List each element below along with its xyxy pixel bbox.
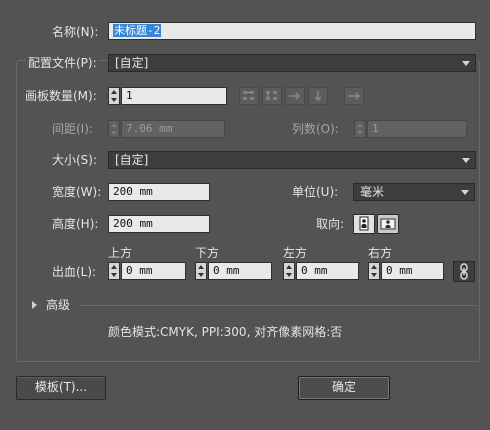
portrait-icon[interactable] — [353, 214, 375, 234]
spacing-label: 间距(I): — [52, 122, 93, 136]
bleed-left-label: 左方 — [283, 246, 308, 260]
bleed-top-input[interactable]: 0 mm — [121, 262, 186, 280]
chevron-up-icon — [286, 265, 292, 269]
grid-by-row-icon[interactable] — [239, 87, 259, 105]
chevron-up-icon — [111, 123, 117, 127]
chevron-down-icon — [462, 158, 470, 163]
chevron-down-icon — [286, 273, 292, 277]
artboards-stepper[interactable] — [108, 87, 120, 105]
columns-stepper — [354, 120, 366, 138]
columns-input: 1 — [367, 120, 467, 138]
name-label: 名称(N): — [52, 25, 99, 39]
height-label: 高度(H): — [52, 217, 99, 231]
bleed-right-stepper[interactable] — [368, 262, 380, 280]
landscape-icon[interactable] — [377, 214, 399, 234]
profile-value: [自定] — [115, 56, 149, 70]
ok-button[interactable]: 确定 — [298, 376, 390, 400]
width-input[interactable]: 200 mm — [108, 183, 210, 201]
artboards-label: 画板数量(M): — [25, 89, 97, 103]
advanced-divider — [80, 305, 477, 306]
bleed-label: 出血(L): — [52, 265, 97, 279]
chevron-down-icon — [371, 273, 377, 277]
name-value: 未标题-2 — [113, 24, 162, 37]
bleed-bottom-label: 下方 — [195, 246, 220, 260]
spacing-stepper — [108, 120, 120, 138]
advanced-label[interactable]: 高级 — [46, 297, 70, 313]
bleed-bottom-stepper[interactable] — [195, 262, 207, 280]
bleed-right-input[interactable]: 0 mm — [381, 262, 444, 280]
document-info: 颜色模式:CMYK, PPI:300, 对齐像素网格:否 — [108, 325, 343, 339]
chevron-down-icon — [111, 98, 117, 102]
size-dropdown[interactable]: [自定] — [108, 151, 476, 169]
units-value: 毫米 — [360, 185, 385, 199]
bleed-bottom-input[interactable]: 0 mm — [208, 262, 272, 280]
columns-label: 列数(O): — [292, 122, 339, 136]
width-label: 宽度(W): — [52, 185, 102, 199]
disclosure-triangle-icon[interactable] — [32, 301, 37, 309]
units-dropdown[interactable]: 毫米 — [353, 183, 475, 201]
bleed-top-stepper[interactable] — [108, 262, 120, 280]
chevron-down-icon — [111, 131, 117, 135]
right-to-left-icon[interactable] — [344, 87, 364, 105]
height-input[interactable]: 200 mm — [108, 215, 210, 233]
chevron-down-icon — [461, 190, 469, 195]
size-value: [自定] — [115, 153, 149, 167]
templates-button[interactable]: 模板(T)... — [16, 376, 106, 400]
bleed-top-label: 上方 — [108, 246, 133, 260]
chevron-down-icon — [462, 61, 470, 66]
artboards-input[interactable]: 1 — [121, 87, 227, 105]
arrange-by-column-icon[interactable] — [308, 87, 328, 105]
settings-group — [16, 60, 480, 362]
chevron-up-icon — [357, 123, 363, 127]
units-label: 单位(U): — [292, 185, 339, 199]
arrange-by-row-icon[interactable] — [285, 87, 305, 105]
chevron-up-icon — [111, 265, 117, 269]
bleed-right-label: 右方 — [368, 246, 393, 260]
chevron-down-icon — [198, 273, 204, 277]
profile-dropdown[interactable]: [自定] — [108, 54, 476, 72]
chevron-down-icon — [111, 273, 117, 277]
bleed-left-input[interactable]: 0 mm — [296, 262, 359, 280]
profile-label: 配置文件(P): — [26, 55, 99, 71]
orientation-label: 取向: — [316, 217, 345, 231]
chevron-down-icon — [357, 131, 363, 135]
chevron-up-icon — [198, 265, 204, 269]
size-label: 大小(S): — [52, 153, 98, 167]
name-input[interactable]: 未标题-2 — [108, 22, 476, 40]
bleed-left-stepper[interactable] — [283, 262, 295, 280]
chain-link-icon[interactable] — [453, 261, 475, 282]
grid-by-column-icon[interactable] — [262, 87, 282, 105]
chevron-up-icon — [111, 90, 117, 94]
spacing-input: 7.06 mm — [121, 120, 225, 138]
chevron-up-icon — [371, 265, 377, 269]
